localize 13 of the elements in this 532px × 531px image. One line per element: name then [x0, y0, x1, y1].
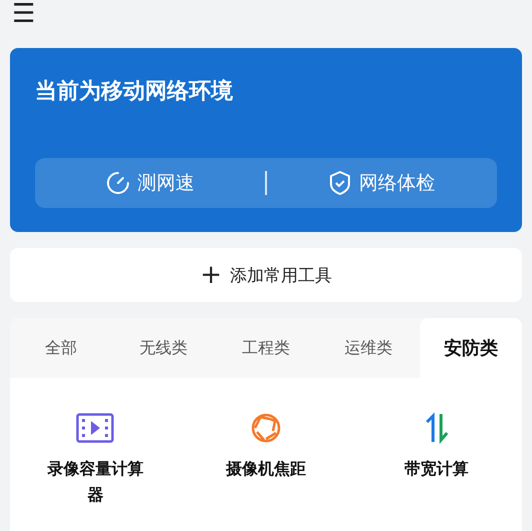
action-button[interactable]: 网络体检	[266, 158, 497, 208]
menu-icon[interactable]: ☰	[12, 0, 36, 28]
tool-label[interactable]: 摄像机焦距	[226, 456, 306, 482]
category-tab[interactable]: 安防类	[420, 318, 522, 378]
gauge-icon	[106, 171, 130, 195]
network-status-title: 当前为移动网络环境	[35, 78, 234, 106]
tool-label[interactable]: 带宽计算	[404, 456, 469, 482]
action-button[interactable]: 测网速	[35, 158, 266, 208]
shield-icon	[328, 171, 351, 195]
aperture-icon[interactable]	[250, 412, 282, 444]
add-tool-button[interactable]: + 添加常用工具	[10, 248, 522, 302]
tool-label[interactable]: 录像容量计算器	[45, 456, 146, 508]
film-icon[interactable]	[76, 412, 114, 444]
